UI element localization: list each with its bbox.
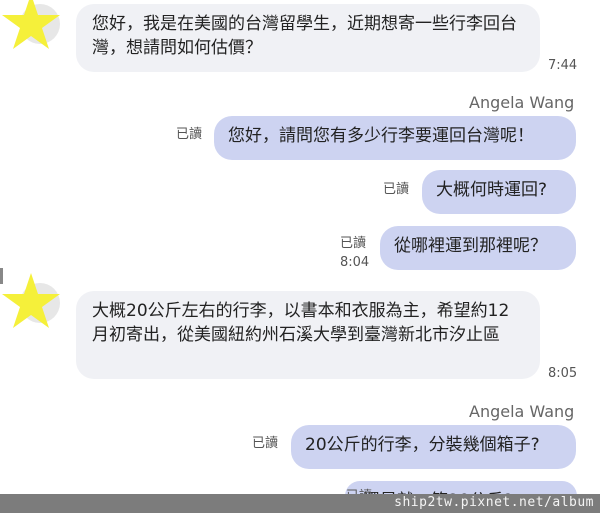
message-text: 20公斤的行李，分裝幾個箱子? (305, 435, 540, 455)
message-text: 您好，我是在美國的台灣留學生，近期想寄一些行李回台灣，想請問如何估價？ (92, 14, 517, 58)
message-time: 8:04 (340, 255, 370, 270)
read-status: 已讀 (340, 236, 367, 251)
message-text: 從哪裡運到那裡呢？ (394, 236, 547, 256)
watermark-text: ship2tw.pixnet.net/album (394, 495, 594, 510)
read-status: 已讀 (176, 127, 203, 142)
message-text: 大概20公斤左右的行李，以書本和衣服為主，希望約12月初寄出，從美國紐約州石溪大… (92, 301, 510, 345)
read-status: 已讀 (252, 436, 279, 451)
incoming-message-bubble[interactable]: 您好，我是在美國的台灣留學生，近期想寄一些行李回台灣，想請問如何估價？ (76, 4, 540, 72)
chat-thread: 您好，我是在美國的台灣留學生，近期想寄一些行李回台灣，想請問如何估價？ 7:44… (0, 0, 600, 513)
incoming-message-bubble[interactable]: 大概20公斤左右的行李，以書本和衣服為主，希望約12月初寄出，從美國紐約州石溪大… (76, 291, 540, 379)
message-text: 您好，請問您有多少行李要運回台灣呢！ (228, 126, 534, 146)
sender-name: Angela Wang (469, 93, 575, 112)
outgoing-message-bubble[interactable]: 您好，請問您有多少行李要運回台灣呢！ (214, 116, 576, 160)
star-avatar-icon[interactable] (0, 271, 62, 333)
read-status: 已讀 (383, 182, 410, 197)
sender-name: Angela Wang (469, 402, 575, 421)
outgoing-message-bubble[interactable]: 從哪裡運到那裡呢？ (380, 226, 576, 270)
star-avatar-icon[interactable] (0, 0, 62, 54)
outgoing-message-bubble[interactable]: 20公斤的行李，分裝幾個箱子? (291, 425, 576, 469)
message-time: 7:44 (548, 58, 578, 73)
message-text: 大概何時運回? (436, 180, 548, 200)
outgoing-message-bubble[interactable]: 大概何時運回? (422, 170, 576, 214)
message-time: 8:05 (548, 366, 578, 381)
